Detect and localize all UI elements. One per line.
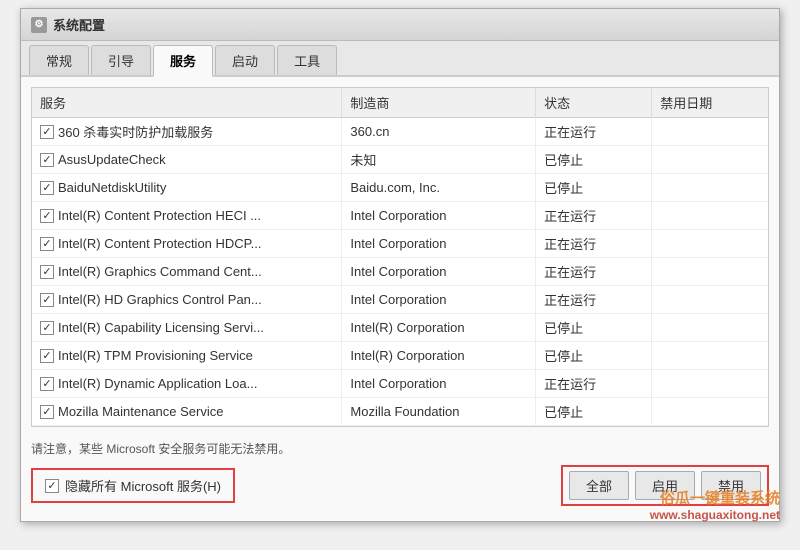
status-2: 已停止 xyxy=(536,174,652,202)
disabled-date-3 xyxy=(652,202,768,230)
service-checkbox-7[interactable] xyxy=(40,321,54,335)
watermark-line1: 俗瓜一键重装系统 xyxy=(650,487,780,508)
disabled-date-0 xyxy=(652,118,768,146)
table-header-row: 服务 制造商 状态 禁用日期 xyxy=(32,88,768,118)
service-checkbox-8[interactable] xyxy=(40,349,54,363)
vendor-8: Intel(R) Corporation xyxy=(342,342,536,370)
service-checkbox-10[interactable] xyxy=(40,405,54,419)
status-6: 正在运行 xyxy=(536,286,652,314)
service-checkbox-1[interactable] xyxy=(40,153,54,167)
hide-ms-checkbox[interactable] xyxy=(45,479,59,493)
disabled-date-1 xyxy=(652,146,768,174)
vendor-0: 360.cn xyxy=(342,118,536,146)
services-table: 服务 制造商 状态 禁用日期 360 杀毒实时防护加载服务360.cn正在运行A… xyxy=(32,88,768,427)
status-4: 正在运行 xyxy=(536,230,652,258)
service-checkbox-9[interactable] xyxy=(40,377,54,391)
col-header-disabled: 禁用日期 xyxy=(652,88,768,118)
service-name-6: Intel(R) HD Graphics Control Pan... xyxy=(58,292,262,307)
vendor-3: Intel Corporation xyxy=(342,202,536,230)
window-title: 系统配置 xyxy=(53,15,105,34)
tab-tools[interactable]: 工具 xyxy=(277,45,337,75)
table-row[interactable]: QPCore ServiceTencent正在运行 xyxy=(32,426,768,428)
status-11: 正在运行 xyxy=(536,426,652,428)
disabled-date-5 xyxy=(652,258,768,286)
disabled-date-6 xyxy=(652,286,768,314)
service-checkbox-4[interactable] xyxy=(40,237,54,251)
watermark: 俗瓜一键重装系统 www.shaguaxitong.net xyxy=(650,487,780,522)
service-checkbox-5[interactable] xyxy=(40,265,54,279)
service-name-9: Intel(R) Dynamic Application Loa... xyxy=(58,376,257,391)
vendor-5: Intel Corporation xyxy=(342,258,536,286)
col-header-vendor: 制造商 xyxy=(342,88,536,118)
table-row[interactable]: Intel(R) Content Protection HECI ... Inte… xyxy=(32,202,768,230)
vendor-11: Tencent xyxy=(342,426,536,428)
hide-ms-checkbox-group[interactable]: 隐藏所有 Microsoft 服务(H) xyxy=(31,468,235,503)
service-name-2: BaiduNetdiskUtility xyxy=(58,180,166,195)
table-row[interactable]: Intel(R) Dynamic Application Loa... Intel… xyxy=(32,370,768,398)
status-0: 正在运行 xyxy=(536,118,652,146)
status-5: 正在运行 xyxy=(536,258,652,286)
vendor-2: Baidu.com, Inc. xyxy=(342,174,536,202)
table-row[interactable]: Intel(R) Capability Licensing Servi... In… xyxy=(32,314,768,342)
table-row[interactable]: Intel(R) TPM Provisioning Service Intel(R… xyxy=(32,342,768,370)
vendor-4: Intel Corporation xyxy=(342,230,536,258)
disabled-date-10 xyxy=(652,398,768,426)
window-icon: ⚙ xyxy=(31,17,47,33)
disabled-date-8 xyxy=(652,342,768,370)
service-checkbox-3[interactable] xyxy=(40,209,54,223)
service-checkbox-0[interactable] xyxy=(40,125,54,139)
vendor-9: Intel Corporation xyxy=(342,370,536,398)
all-button[interactable]: 全部 xyxy=(569,471,629,500)
notice-text: 请注意，某些 Microsoft 安全服务可能无法禁用。 xyxy=(31,440,769,457)
table-row[interactable]: Mozilla Maintenance Service Mozilla Found… xyxy=(32,398,768,426)
col-header-service: 服务 xyxy=(32,88,342,118)
disabled-date-11 xyxy=(652,426,768,428)
tab-bar: 常规引导服务启动工具 xyxy=(21,41,779,77)
disabled-date-4 xyxy=(652,230,768,258)
disabled-date-9 xyxy=(652,370,768,398)
col-header-status: 状态 xyxy=(536,88,652,118)
service-name-8: Intel(R) TPM Provisioning Service xyxy=(58,348,253,363)
vendor-10: Mozilla Foundation xyxy=(342,398,536,426)
disabled-date-2 xyxy=(652,174,768,202)
system-config-window: ⚙ 系统配置 常规引导服务启动工具 服务 制造商 状态 禁用日期 360 杀毒实… xyxy=(20,8,780,522)
table-row[interactable]: AsusUpdateCheck 未知已停止 xyxy=(32,146,768,174)
status-3: 正在运行 xyxy=(536,202,652,230)
vendor-6: Intel Corporation xyxy=(342,286,536,314)
table-row[interactable]: Intel(R) Graphics Command Cent... Intel C… xyxy=(32,258,768,286)
table-row[interactable]: 360 杀毒实时防护加载服务 360.cn正在运行 xyxy=(32,118,768,146)
service-name-10: Mozilla Maintenance Service xyxy=(58,404,223,419)
service-name-1: AsusUpdateCheck xyxy=(58,152,166,167)
status-8: 已停止 xyxy=(536,342,652,370)
hide-ms-label: 隐藏所有 Microsoft 服务(H) xyxy=(65,476,221,495)
tab-services[interactable]: 服务 xyxy=(153,45,213,77)
table-row[interactable]: Intel(R) HD Graphics Control Pan... Intel… xyxy=(32,286,768,314)
vendor-1: 未知 xyxy=(342,146,536,174)
status-1: 已停止 xyxy=(536,146,652,174)
table-row[interactable]: BaiduNetdiskUtility Baidu.com, Inc.已停止 xyxy=(32,174,768,202)
main-content: 服务 制造商 状态 禁用日期 360 杀毒实时防护加载服务360.cn正在运行A… xyxy=(21,77,779,521)
tab-startup[interactable]: 启动 xyxy=(215,45,275,75)
tab-general[interactable]: 常规 xyxy=(29,45,89,75)
service-name-0: 360 杀毒实时防护加载服务 xyxy=(58,122,213,141)
status-9: 正在运行 xyxy=(536,370,652,398)
status-10: 已停止 xyxy=(536,398,652,426)
vendor-7: Intel(R) Corporation xyxy=(342,314,536,342)
service-checkbox-6[interactable] xyxy=(40,293,54,307)
service-name-7: Intel(R) Capability Licensing Servi... xyxy=(58,320,264,335)
watermark-line2: www.shaguaxitong.net xyxy=(650,508,780,522)
service-name-3: Intel(R) Content Protection HECI ... xyxy=(58,208,261,223)
service-name-5: Intel(R) Graphics Command Cent... xyxy=(58,264,262,279)
disabled-date-7 xyxy=(652,314,768,342)
tab-boot[interactable]: 引导 xyxy=(91,45,151,75)
service-checkbox-2[interactable] xyxy=(40,181,54,195)
status-7: 已停止 xyxy=(536,314,652,342)
table-row[interactable]: Intel(R) Content Protection HDCP... Intel… xyxy=(32,230,768,258)
services-table-container[interactable]: 服务 制造商 状态 禁用日期 360 杀毒实时防护加载服务360.cn正在运行A… xyxy=(31,87,769,427)
title-bar: ⚙ 系统配置 xyxy=(21,9,779,41)
service-name-4: Intel(R) Content Protection HDCP... xyxy=(58,236,262,251)
